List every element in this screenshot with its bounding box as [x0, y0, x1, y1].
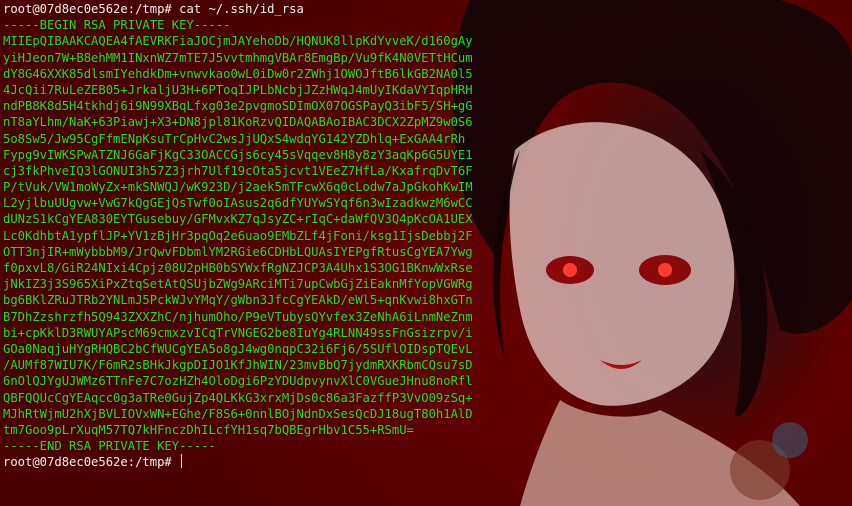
- key-line: 6nOlQJYgUJWMz6TTnFe7C7ozHZh4OloDgi6PzYDU…: [3, 374, 473, 389]
- key-line: B7DhZzshrzfh5Q943ZXXZhC/njhumOho/P9eVTub…: [3, 309, 473, 324]
- command-prompt: root@07d8ec0e562e:/tmp#: [3, 2, 172, 16]
- key-line: nT8aYLhm/NaK+63Piawj+X3+DN8jpl81KoRzvQID…: [3, 115, 473, 130]
- key-line: 4JcQii7RuLeZEB05+JrkaljU3H+6PToqIJPLbNcb…: [3, 82, 473, 97]
- key-end-line: -----END RSA PRIVATE KEY-----: [3, 439, 216, 454]
- final-prompt-line[interactable]: root@07d8ec0e562e:/tmp#: [3, 454, 849, 470]
- text-cursor: [181, 454, 183, 469]
- key-line: GOa0NaqjuHYgRHQBC2bCfWUCgYEA5o8gJ4wg0nqp…: [3, 341, 473, 356]
- key-line: yiHJeon7W+B8ehMM1INxnWZ7mTE7J5vvtmhmgVBA…: [3, 50, 473, 65]
- key-line: OTT3njIR+mWybbbM9/JrQwvFDbmlYM2RGie6CDHb…: [3, 244, 473, 259]
- key-line: dUNzS1kCgYEA830EYTGusebuy/GFMvxKZ7qJsyZC…: [3, 212, 473, 227]
- key-line: /AUMf87WIU7K/F6mR2sBHkJkgpDIJO1KfJhWIN/2…: [3, 358, 473, 373]
- key-line: QBFQQUcCgYEAqcc0g3aTRe0GujZp4QLKkG3xrxMj…: [3, 390, 473, 405]
- key-line: f0pxvL8/GiR24NIxi4Cpjz08U2pHB0bSYWxfRgNZ…: [3, 261, 473, 275]
- key-line: jNkIZ3j3S965XiPxZtqSetAtQSUjbZWg9ARciMTi…: [3, 277, 473, 292]
- key-line: tm7Goo9pLrXuqM57TQ7kHFnczDhILcfYH1sq7bQB…: [3, 422, 414, 437]
- key-line: bi+cpKklD3RWUYAPscM69cmxzvICqTrVNGEG2be8…: [3, 325, 473, 340]
- key-line: ndPB8K8d5H4tkhdj6i9N99XBqLfxg03e2pvgmoSD…: [3, 99, 473, 114]
- key-line: Lc0KdhbtA1ypflJP+YV1zBjHr3pqOq2e6uao9EMb…: [3, 228, 473, 243]
- key-line: dY8G46XXK85dlsmIYehdkDm+vnwvkao0wL0iDw0r…: [3, 66, 473, 81]
- key-line: 5o8Sw5/Jw95CgFfmENpKsuTrCpHvC2wsJjUQxS4w…: [3, 131, 466, 146]
- key-line: MJhRtWjmU2hXjBVLIOVxWN+EGhe/F8S6+0nnlBOj…: [3, 406, 473, 421]
- key-line: P/tVuk/VW1moWyZx+mkSNWQJ/wK923D/j2aek5mT…: [3, 180, 473, 195]
- command-text: cat ~/.ssh/id_rsa: [179, 2, 304, 16]
- key-body: MIIEpQIBAAKCAQEA4fAEVRKFiaJOCjmJAYehoDb/…: [3, 33, 849, 438]
- key-line: cj3fkPhveIQ3lGONUI3h57Z3jrh7Ulf19cOta5jc…: [3, 163, 473, 178]
- key-line: MIIEpQIBAAKCAQEA4fAEVRKFiaJOCjmJAYehoDb/…: [3, 34, 473, 49]
- terminal-output[interactable]: root@07d8ec0e562e:/tmp# cat ~/.ssh/id_rs…: [3, 1, 849, 470]
- final-prompt: root@07d8ec0e562e:/tmp#: [3, 455, 172, 470]
- key-line: bg6BKlZRuJTRb2YNLmJ5PckWJvYMqY/gWbn3JfcC…: [3, 293, 473, 308]
- key-line: L2yjlbuUUgvw+VwG7kQgGEjQsTwf0oIAsus2q6df…: [3, 196, 473, 211]
- command-line: root@07d8ec0e562e:/tmp# cat ~/.ssh/id_rs…: [3, 1, 849, 17]
- terminal-window[interactable]: root@07d8ec0e562e:/tmp# cat ~/.ssh/id_rs…: [0, 0, 852, 506]
- key-line: Fypg9vIWKSPwATZNJ6GaFjKgC33OACCGjs6cy45s…: [3, 147, 473, 162]
- key-begin-line: -----BEGIN RSA PRIVATE KEY-----: [3, 18, 231, 33]
